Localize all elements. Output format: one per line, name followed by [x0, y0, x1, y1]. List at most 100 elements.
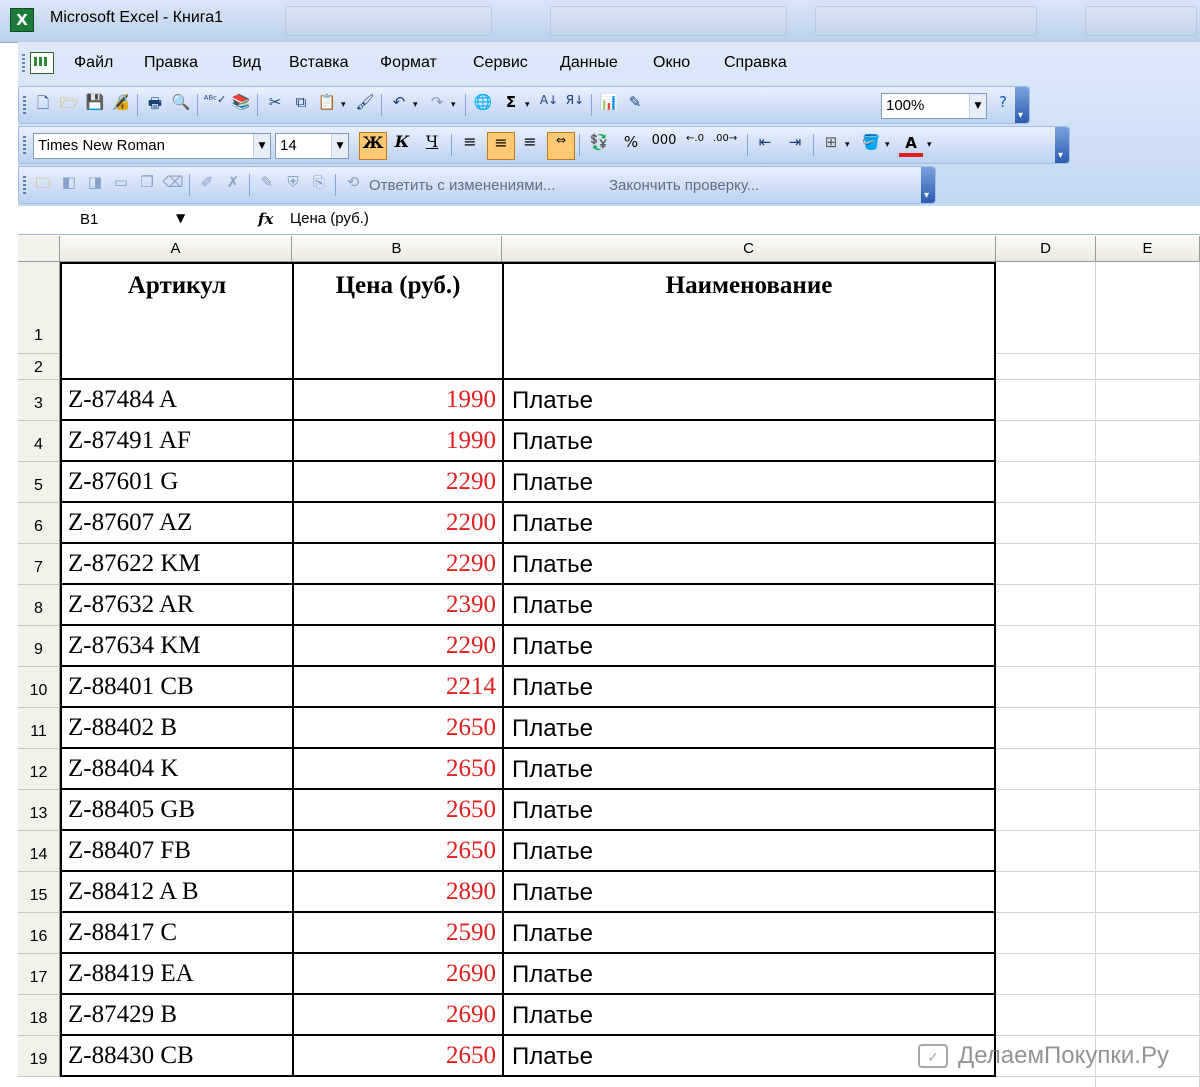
increase-decimal-icon[interactable]: ←.0 [683, 133, 707, 157]
price-cell[interactable]: 2390 [292, 585, 502, 626]
comma-style-button[interactable]: 000 [647, 133, 681, 157]
price-cell[interactable]: 2290 [292, 626, 502, 667]
menu-view[interactable]: Вид [232, 54, 261, 72]
bold-button[interactable]: Ж [359, 132, 387, 160]
article-cell[interactable]: Z-87484 A [60, 380, 292, 421]
name-cell[interactable]: Платье [502, 503, 996, 544]
font-name-dropdown-icon[interactable]: ▼ [253, 134, 270, 158]
row-header[interactable]: 12 [18, 749, 60, 790]
article-cell[interactable]: Z-87632 AR [60, 585, 292, 626]
name-cell[interactable]: Платье [502, 585, 996, 626]
menu-tools[interactable]: Сервис [473, 54, 528, 72]
menu-help[interactable]: Справка [724, 54, 787, 72]
article-cell[interactable]: Z-87601 G [60, 462, 292, 503]
merge-center-icon[interactable]: ⇔ [547, 132, 575, 160]
next-comment-icon[interactable]: ◨ [83, 173, 107, 197]
row-header[interactable]: 3 [18, 380, 60, 421]
price-cell[interactable]: 2290 [292, 462, 502, 503]
sort-ascending-icon[interactable]: A↓ [537, 93, 561, 117]
name-cell[interactable]: Платье [502, 667, 996, 708]
price-cell[interactable]: 2650 [292, 831, 502, 872]
menu-data[interactable]: Данные [560, 54, 618, 72]
row-header[interactable]: 17 [18, 954, 60, 995]
menu-file[interactable]: Файл [74, 54, 113, 72]
name-box[interactable]: B1 ▼ [22, 208, 196, 232]
name-cell[interactable]: Платье [502, 544, 996, 585]
toolbar-grip[interactable] [23, 176, 26, 194]
row-header[interactable]: 14 [18, 831, 60, 872]
paste-icon[interactable]: 📋 [315, 93, 339, 117]
article-cell[interactable]: Z-88402 B [60, 708, 292, 749]
redo-icon[interactable]: ↷ [425, 93, 449, 117]
article-cell[interactable]: Z-88430 CB [60, 1036, 292, 1077]
ink-annotation-icon[interactable]: ✐ [195, 173, 219, 197]
underline-button[interactable]: Ч [419, 132, 445, 158]
taskbar-tab-blurred[interactable] [815, 6, 1037, 36]
price-cell[interactable]: 1990 [292, 421, 502, 462]
price-cell[interactable]: 2890 [292, 872, 502, 913]
article-cell[interactable]: Z-87634 KM [60, 626, 292, 667]
row-header[interactable]: 13 [18, 790, 60, 831]
article-cell[interactable]: Z-88419 EA [60, 954, 292, 995]
excel-app-icon[interactable]: X [10, 8, 34, 32]
price-cell[interactable]: 2650 [292, 790, 502, 831]
undo-icon[interactable]: ↶ [387, 93, 411, 117]
font-size-select[interactable]: 14 ▼ [275, 133, 349, 159]
show-comment-icon[interactable]: ▭ [109, 173, 133, 197]
row-header-2[interactable]: 2 [18, 354, 60, 380]
font-size-dropdown-icon[interactable]: ▼ [331, 134, 348, 158]
align-center-icon[interactable]: ≡ [487, 132, 515, 160]
align-left-icon[interactable]: ≡ [457, 132, 483, 158]
price-cell[interactable]: 2650 [292, 1036, 502, 1077]
help-icon[interactable]: ? [991, 93, 1015, 117]
column-header-c[interactable]: C [502, 236, 996, 262]
column-header-a[interactable]: A [60, 236, 292, 262]
name-cell[interactable]: Платье [502, 626, 996, 667]
toolbar-options-icon[interactable] [1015, 87, 1029, 123]
row-header[interactable]: 9 [18, 626, 60, 667]
new-file-icon[interactable]: 🗋 [31, 93, 55, 117]
menu-edit[interactable]: Правка [144, 54, 198, 72]
font-color-icon[interactable]: A [899, 133, 923, 157]
name-cell[interactable]: Платье [502, 831, 996, 872]
toolbar-options-icon[interactable] [1055, 127, 1069, 163]
menu-format[interactable]: Формат [380, 54, 437, 72]
article-cell[interactable]: Z-88405 GB [60, 790, 292, 831]
row-header[interactable]: 18 [18, 995, 60, 1036]
print-icon[interactable]: 🖶 [143, 93, 167, 117]
fill-color-icon[interactable]: 🪣 [859, 133, 883, 157]
price-cell[interactable]: 2200 [292, 503, 502, 544]
article-cell[interactable]: Z-87607 AZ [60, 503, 292, 544]
borders-dropdown-icon[interactable]: ▾ [845, 133, 855, 157]
row-header-1[interactable]: 1 [18, 262, 60, 354]
row-header[interactable]: 15 [18, 872, 60, 913]
formula-input[interactable]: Цена (руб.) [290, 210, 369, 227]
row-header[interactable]: 5 [18, 462, 60, 503]
reply-changes-icon[interactable]: ⟲ [341, 173, 365, 197]
chart-wizard-icon[interactable]: 📊 [597, 93, 621, 117]
article-cell[interactable]: Z-88401 CB [60, 667, 292, 708]
column-header-d[interactable]: D [996, 236, 1096, 262]
redo-dropdown-icon[interactable]: ▾ [451, 93, 461, 117]
name-cell[interactable]: Платье [502, 995, 996, 1036]
new-comment-icon[interactable]: 🗀 [31, 173, 55, 197]
copy-icon[interactable]: ⧉ [289, 93, 313, 117]
open-folder-icon[interactable]: 🗁 [57, 93, 81, 117]
italic-button[interactable]: К [389, 132, 415, 158]
sort-descending-icon[interactable]: Я↓ [563, 93, 587, 117]
price-cell[interactable]: 2590 [292, 913, 502, 954]
end-review-button[interactable]: Закончить проверку... [609, 177, 759, 194]
header-cell-price[interactable]: Цена (руб.) [292, 262, 502, 380]
row-header[interactable]: 7 [18, 544, 60, 585]
header-cell-article[interactable]: Артикул [60, 262, 292, 380]
save-icon[interactable]: 💾 [83, 93, 107, 117]
font-name-select[interactable]: Times New Roman ▼ [33, 133, 271, 159]
autosum-icon[interactable]: Σ [499, 93, 523, 117]
article-cell[interactable]: Z-87429 B [60, 995, 292, 1036]
menu-window[interactable]: Окно [653, 54, 690, 72]
currency-icon[interactable]: 💱 [587, 133, 611, 157]
percent-style-button[interactable]: % [619, 133, 643, 157]
name-cell[interactable]: Платье [502, 913, 996, 954]
article-cell[interactable]: Z-88407 FB [60, 831, 292, 872]
row-header[interactable]: 16 [18, 913, 60, 954]
